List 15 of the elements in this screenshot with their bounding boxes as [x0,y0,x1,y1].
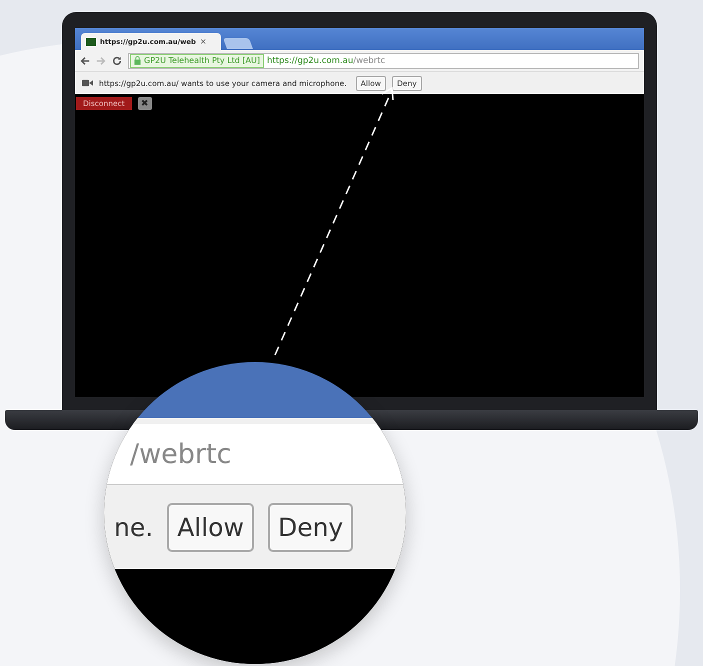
identity-label: GP2U Telehealth Pty Ltd [AU] [144,56,260,65]
back-arrow-icon[interactable] [80,56,90,66]
magnified-message-text: ne. [114,512,154,542]
close-button[interactable]: ✖ [138,97,152,110]
new-tab-button[interactable] [223,38,253,49]
url-text: https://gp2u.com.au/webrtc [267,56,386,66]
close-icon[interactable]: × [200,37,207,46]
site-favicon-icon [86,38,96,46]
allow-button[interactable]: Allow [167,502,254,552]
lock-icon [134,56,141,65]
reload-icon[interactable] [112,56,122,66]
magnified-url-text: /webrtc [130,438,232,470]
address-field[interactable]: GP2U Telehealth Pty Ltd [AU] https://gp2u.com.au/webrtc [128,52,639,68]
camera-icon [82,79,93,87]
deny-button[interactable]: Deny [268,502,354,552]
